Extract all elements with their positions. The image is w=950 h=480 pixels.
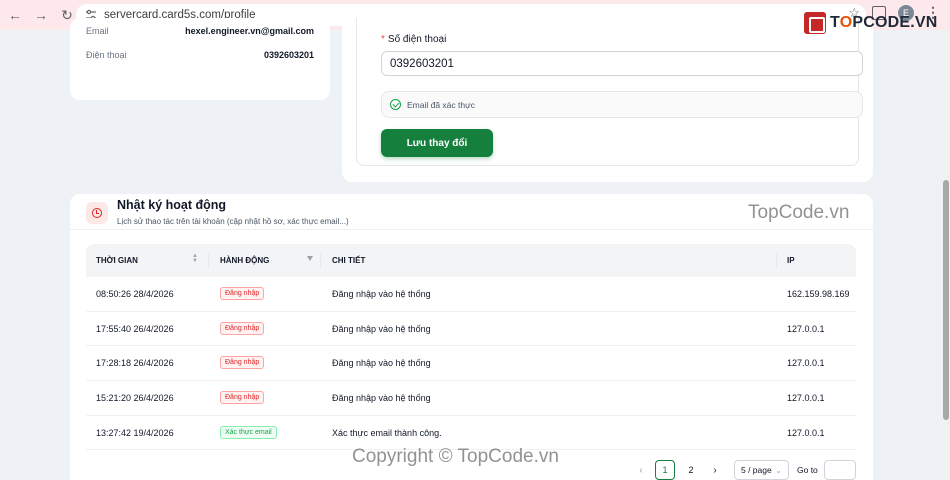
email-verified-text: Email đã xác thực (407, 99, 476, 110)
row-ip: 127.0.0.1 (787, 358, 825, 369)
phone-input[interactable] (381, 51, 863, 76)
logo-text-2: O (839, 14, 853, 31)
row-time: 17:28:18 26/4/2026 (96, 358, 174, 369)
phone-row: Điện thoại 0392603201 (86, 50, 314, 60)
action-tag: Xác thực email (220, 425, 277, 439)
table-header: THỜI GIAN ▲ ▼ HÀNH ĐỘNG CHI TIẾT IP (86, 244, 856, 277)
row-ip: 127.0.0.1 (787, 393, 825, 404)
activity-log-subtitle: Lịch sử thao tác trên tài khoản (cập nhậ… (117, 217, 349, 226)
row-time: 13:27:42 19/4/2026 (96, 427, 174, 438)
table-row: 17:55:40 26/4/2026 Đăng nhập Đăng nhập v… (86, 312, 856, 347)
action-tag: Đăng nhập (220, 391, 265, 405)
row-ip: 127.0.0.1 (787, 323, 825, 334)
column-divider (320, 254, 321, 267)
check-circle-icon (390, 99, 401, 110)
row-detail: Đăng nhập vào hệ thống (332, 358, 431, 369)
page-size-select[interactable]: 5 / page ⌄ (734, 460, 789, 480)
phone-label: Điện thoại (86, 50, 127, 60)
contact-info-card: Email hexel.engineer.vn@gmail.com Điện t… (70, 18, 330, 100)
column-action: HÀNH ĐỘNG (220, 256, 270, 265)
row-ip: 162.159.98.169 (787, 289, 850, 299)
activity-table: THỜI GIAN ▲ ▼ HÀNH ĐỘNG CHI TIẾT IP 08:50… (86, 244, 856, 451)
table-row: 15:21:20 26/4/2026 Đăng nhập Đăng nhập v… (86, 381, 856, 416)
page-size-value: 5 / page (741, 465, 772, 475)
activity-log-card: Nhật ký hoạt động Lịch sử thao tác trên … (70, 194, 873, 480)
row-detail: Xác thực email thành công. (332, 427, 442, 438)
form-box: *Số điện thoại Email đã xác thực Lưu tha… (356, 18, 863, 166)
profile-form-card: *Số điện thoại Email đã xác thực Lưu tha… (342, 18, 873, 182)
column-time[interactable]: THỜI GIAN (96, 256, 138, 265)
column-divider (208, 254, 209, 267)
phone-field-label: * Số điện thoại (381, 34, 446, 45)
back-icon[interactable]: ← (4, 4, 26, 26)
row-time: 17:55:40 26/4/2026 (96, 323, 174, 334)
next-page-icon[interactable]: › (704, 465, 726, 476)
phone-field-label-text: Số điện thoại (387, 34, 447, 45)
prev-page-icon[interactable]: ‹ (630, 465, 652, 476)
logo-text-3: PCODE.VN (852, 14, 938, 31)
row-time: 08:50:26 28/4/2026 (96, 289, 174, 299)
action-tag: Đăng nhập (220, 356, 265, 370)
topcode-logo: TOPCODE.VN (804, 12, 938, 34)
activity-log-title: Nhật ký hoạt động (117, 198, 227, 212)
action-tag: Đăng nhập (220, 321, 265, 335)
clock-icon (92, 208, 102, 218)
chevron-down-icon: ⌄ (775, 465, 782, 475)
filter-icon[interactable] (307, 256, 313, 261)
required-mark: * (381, 34, 385, 45)
email-value: hexel.engineer.vn@gmail.com (185, 26, 314, 36)
row-detail: Đăng nhập vào hệ thống (332, 289, 431, 299)
watermark-text: TopCode.vn (748, 202, 850, 223)
save-changes-button[interactable]: Lưu thay đổi (381, 129, 493, 157)
row-ip: 127.0.0.1 (787, 427, 825, 438)
email-label: Email (86, 26, 109, 36)
column-detail: CHI TIẾT (332, 256, 366, 265)
goto-label: Go to (797, 465, 818, 475)
column-ip: IP (787, 256, 795, 265)
topcode-logo-icon (804, 12, 826, 34)
phone-value: 0392603201 (263, 50, 314, 60)
goto-page-input[interactable] (823, 460, 856, 480)
pagination: ‹ 1 2 › 5 / page ⌄ Go to (630, 460, 856, 480)
row-detail: Đăng nhập vào hệ thống (332, 393, 431, 404)
page-2[interactable]: 2 (681, 460, 701, 480)
sort-icon[interactable]: ▲ ▼ (192, 253, 198, 264)
action-tag: Đăng nhập (220, 287, 265, 300)
page-1[interactable]: 1 (655, 460, 675, 480)
table-row: 17:28:18 26/4/2026 Đăng nhập Đăng nhập v… (86, 346, 856, 382)
logo-text-1: T (830, 14, 840, 31)
row-detail: Đăng nhập vào hệ thống (332, 323, 431, 334)
column-divider (776, 254, 777, 267)
forward-icon[interactable]: → (30, 4, 52, 26)
history-icon-box (86, 202, 108, 224)
watermark-copyright: Copyright © TopCode.vn (352, 446, 559, 467)
row-time: 15:21:20 26/4/2026 (96, 393, 174, 404)
scrollbar-thumb[interactable] (943, 180, 949, 420)
email-verified-status: Email đã xác thực (381, 91, 863, 118)
page-scrollbar[interactable] (942, 30, 950, 480)
email-row: Email hexel.engineer.vn@gmail.com (86, 26, 314, 36)
table-row: 08:50:26 28/4/2026 Đăng nhập Đăng nhập v… (86, 277, 856, 312)
